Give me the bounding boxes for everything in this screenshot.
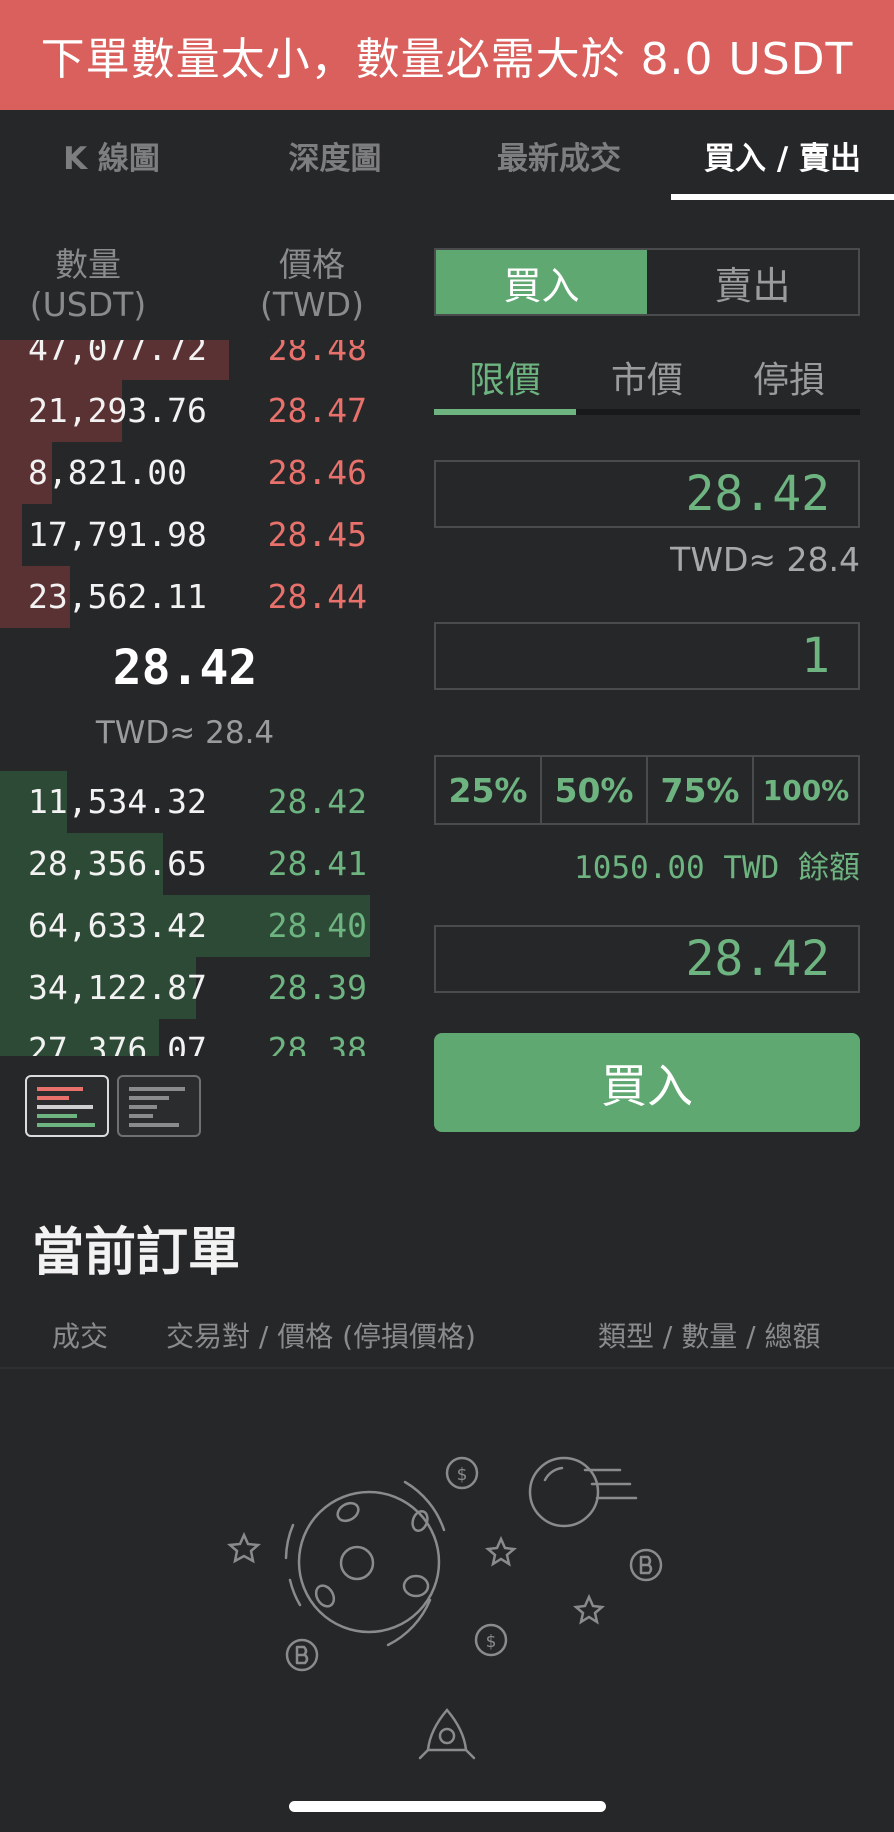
tab-depth-chart[interactable]: 深度圖: [223, 110, 447, 200]
ask-qty: 17,791.98: [28, 515, 207, 554]
tab-market[interactable]: 市價: [576, 345, 718, 409]
available-balance: 1050.00 TWD 餘額: [574, 850, 860, 886]
top-tabs: K 線圖 深度圖 最新成交 買入 / 賣出: [0, 110, 894, 200]
orderbook-qty-header: 數量 (USDT): [18, 245, 158, 325]
ask-row[interactable]: 21,293.76 28.47: [0, 380, 370, 442]
bid-qty: 28,356.65: [28, 844, 207, 883]
ask-qty: 21,293.76: [28, 391, 207, 430]
bid-qty: 64,633.42: [28, 906, 207, 945]
bid-price: 28.40: [267, 906, 367, 945]
col-filled-header: 成交: [52, 1320, 109, 1353]
bitcoin-icon: [285, 1638, 319, 1672]
star-icon: [226, 1531, 262, 1564]
ask-depth-bar: [0, 504, 22, 566]
bid-row[interactable]: 34,122.87 28.39: [0, 957, 370, 1019]
view-list-button[interactable]: [117, 1075, 201, 1137]
ask-price: 28.45: [267, 515, 367, 554]
ask-price: 28.44: [267, 577, 367, 616]
price-input[interactable]: 28.42: [434, 460, 860, 528]
error-banner: 下單數量太小，數量必需大於 8.0 USDT: [0, 0, 894, 110]
col-type-header: 類型 / 數量 / 總額: [598, 1320, 821, 1353]
last-price: 28.42: [112, 640, 258, 696]
planet-icon: [528, 1456, 638, 1528]
percent-25-button[interactable]: 25%: [436, 757, 542, 823]
tab-kline[interactable]: K 線圖: [0, 110, 223, 200]
orders-divider: [0, 1367, 894, 1369]
percent-75-button[interactable]: 75%: [648, 757, 754, 823]
price-header-unit: (TWD): [260, 285, 364, 324]
bid-row[interactable]: 27,376.07 28.38: [0, 1019, 370, 1056]
buy-side-button[interactable]: 買入: [436, 250, 647, 314]
bid-price: 28.42: [267, 782, 367, 821]
ask-row[interactable]: 17,791.98 28.45: [0, 504, 370, 566]
tab-latest-trades[interactable]: 最新成交: [447, 110, 671, 200]
last-price-twd: TWD≈ 28.4: [95, 715, 275, 751]
bid-price: 28.41: [267, 844, 367, 883]
star-icon: [485, 1535, 517, 1567]
current-orders-title: 當前訂單: [32, 1223, 241, 1283]
order-type-tabs: 限價 市價 停損: [434, 345, 860, 415]
coin-icon: $: [445, 1456, 479, 1490]
tab-stop[interactable]: 停損: [718, 345, 860, 409]
svg-text:$: $: [486, 1632, 497, 1652]
svg-text:$: $: [457, 1465, 468, 1485]
bid-qty: 27,376.07: [28, 1030, 207, 1056]
error-banner-text: 下單數量太小，數量必需大於 8.0 USDT: [40, 34, 854, 85]
bid-price: 28.39: [267, 968, 367, 1007]
moon-icon: [284, 1480, 446, 1647]
total-input[interactable]: 28.42: [434, 925, 860, 993]
qty-header-unit: (USDT): [29, 285, 147, 324]
bitcoin-icon: [629, 1548, 663, 1582]
qty-header-label: 數量: [55, 245, 121, 284]
tab-buy-sell[interactable]: 買入 / 賣出: [671, 110, 894, 200]
order-type-indicator: [434, 409, 576, 415]
ask-price: 28.47: [267, 391, 367, 430]
tab-limit[interactable]: 限價: [434, 345, 576, 409]
ask-qty: 47,077.72: [28, 340, 207, 368]
active-tab-indicator: [671, 194, 894, 200]
bid-row[interactable]: 28,356.65 28.41: [0, 833, 370, 895]
star-icon: [573, 1593, 605, 1625]
col-pair-header: 交易對 / 價格 (停損價格): [166, 1320, 476, 1353]
bid-qty: 11,534.32: [28, 782, 207, 821]
price-twd-hint: TWD≈ 28.4: [670, 540, 860, 579]
orderbook[interactable]: 47,077.72 28.48 21,293.76 28.47 8,821.00…: [0, 340, 370, 1056]
bid-qty: 34,122.87: [28, 968, 207, 1007]
percent-selector: 25% 50% 75% 100%: [434, 755, 860, 825]
home-indicator[interactable]: [289, 1801, 606, 1812]
bid-row[interactable]: 11,534.32 28.42: [0, 771, 370, 833]
coin-icon: $: [474, 1623, 508, 1657]
ask-price: 28.46: [267, 453, 367, 492]
percent-100-button[interactable]: 100%: [754, 757, 858, 823]
empty-orders-illustration: $ $: [0, 1440, 894, 1770]
sell-side-button[interactable]: 賣出: [647, 250, 858, 314]
price-header-label: 價格: [279, 245, 345, 284]
rocket-icon: [418, 1708, 476, 1760]
orderbook-price-header: 價格 (TWD): [252, 245, 372, 325]
ask-qty: 23,562.11: [28, 577, 207, 616]
ask-price: 28.48: [267, 340, 367, 368]
submit-buy-button[interactable]: 買入: [434, 1033, 860, 1132]
percent-50-button[interactable]: 50%: [542, 757, 648, 823]
bid-row[interactable]: 64,633.42 28.40: [0, 895, 370, 957]
ask-row[interactable]: 47,077.72 28.48: [0, 340, 370, 380]
ask-qty: 8,821.00: [28, 453, 187, 492]
view-both-sides-button[interactable]: [25, 1075, 109, 1137]
side-toggle: 買入 賣出: [434, 248, 860, 316]
amount-input[interactable]: 1: [434, 622, 860, 690]
ask-row[interactable]: 8,821.00 28.46: [0, 442, 370, 504]
ask-row[interactable]: 23,562.11 28.44: [0, 566, 370, 628]
bid-price: 28.38: [267, 1030, 367, 1056]
